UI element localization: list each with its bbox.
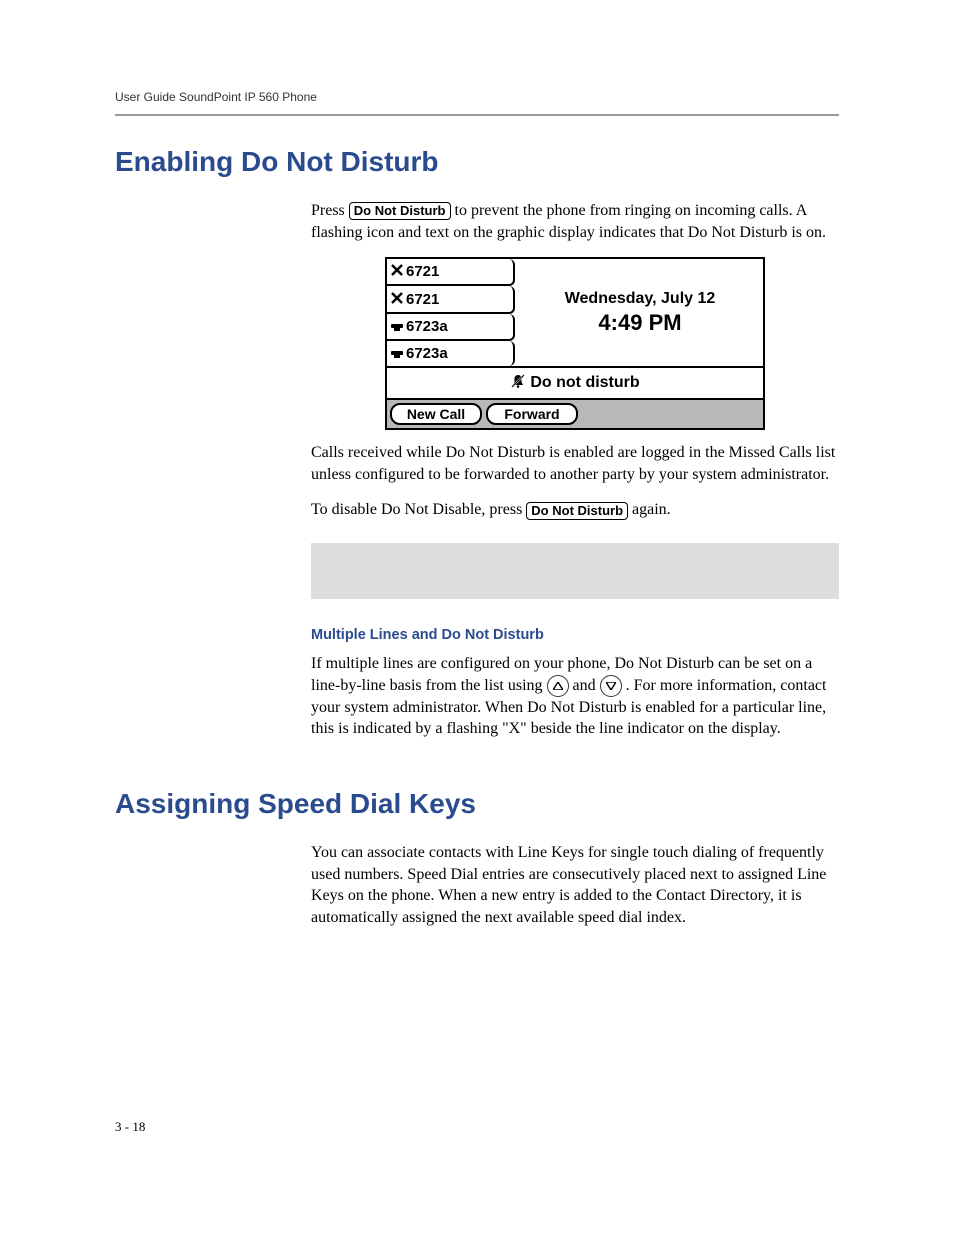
text: again.	[632, 501, 671, 518]
text: and	[573, 677, 600, 694]
phone-date: Wednesday, July 12	[565, 290, 716, 308]
section-heading-dnd: Enabling Do Not Disturb	[115, 146, 839, 178]
phone-screen-figure: 6721 6721 6723a	[385, 257, 765, 430]
dnd-label: Do not disturb	[530, 374, 639, 392]
paragraph: Calls received while Do Not Disturb is e…	[311, 442, 839, 485]
phone-line-3: 6723a	[387, 314, 515, 341]
subheading-multiple-lines: Multiple Lines and Do Not Disturb	[311, 627, 839, 643]
x-icon	[391, 291, 403, 308]
phone-line-1: 6721	[387, 259, 515, 286]
keycap-do-not-disturb: Do Not Disturb	[349, 202, 451, 220]
softkey-forward: Forward	[486, 403, 578, 425]
nav-up-button	[547, 675, 569, 697]
running-head: User Guide SoundPoint IP 560 Phone	[115, 90, 839, 104]
phone-line-keys: 6721 6721 6723a	[387, 259, 517, 366]
phone-softkeys: New Call Forward	[387, 398, 763, 428]
phone-screen-top: 6721 6721 6723a	[387, 259, 763, 366]
page-number: 3 - 18	[115, 1119, 145, 1135]
paragraph: You can associate contacts with Line Key…	[311, 842, 839, 928]
x-icon	[391, 263, 403, 280]
phone-icon	[391, 318, 403, 335]
line-label: 6723a	[406, 345, 448, 362]
line-label: 6721	[406, 263, 439, 280]
bell-slash-icon	[510, 373, 526, 394]
text: To disable Do Not Disable, press	[311, 501, 526, 518]
phone-dnd-status: Do not disturb	[387, 366, 763, 398]
phone-icon	[391, 345, 403, 362]
line-label: 6723a	[406, 318, 448, 335]
nav-down-button	[600, 675, 622, 697]
text: Press	[311, 202, 349, 219]
phone-line-2: 6721	[387, 286, 515, 313]
section2-body: You can associate contacts with Line Key…	[311, 842, 839, 928]
paragraph: If multiple lines are configured on your…	[311, 653, 839, 740]
paragraph: Press Do Not Disturb to prevent the phon…	[311, 200, 839, 243]
keycap-do-not-disturb: Do Not Disturb	[526, 502, 628, 520]
line-label: 6721	[406, 291, 439, 308]
section1-body: Press Do Not Disturb to prevent the phon…	[311, 200, 839, 740]
header-rule	[115, 114, 839, 116]
document-page: User Guide SoundPoint IP 560 Phone Enabl…	[0, 0, 954, 1002]
phone-info-area: Wednesday, July 12 4:49 PM	[517, 259, 763, 366]
section-heading-speed-dial: Assigning Speed Dial Keys	[115, 788, 839, 820]
phone-time: 4:49 PM	[598, 310, 681, 336]
paragraph: To disable Do Not Disable, press Do Not …	[311, 499, 839, 521]
note-box	[311, 543, 839, 599]
softkey-new-call: New Call	[390, 403, 482, 425]
phone-line-4: 6723a	[387, 341, 515, 366]
